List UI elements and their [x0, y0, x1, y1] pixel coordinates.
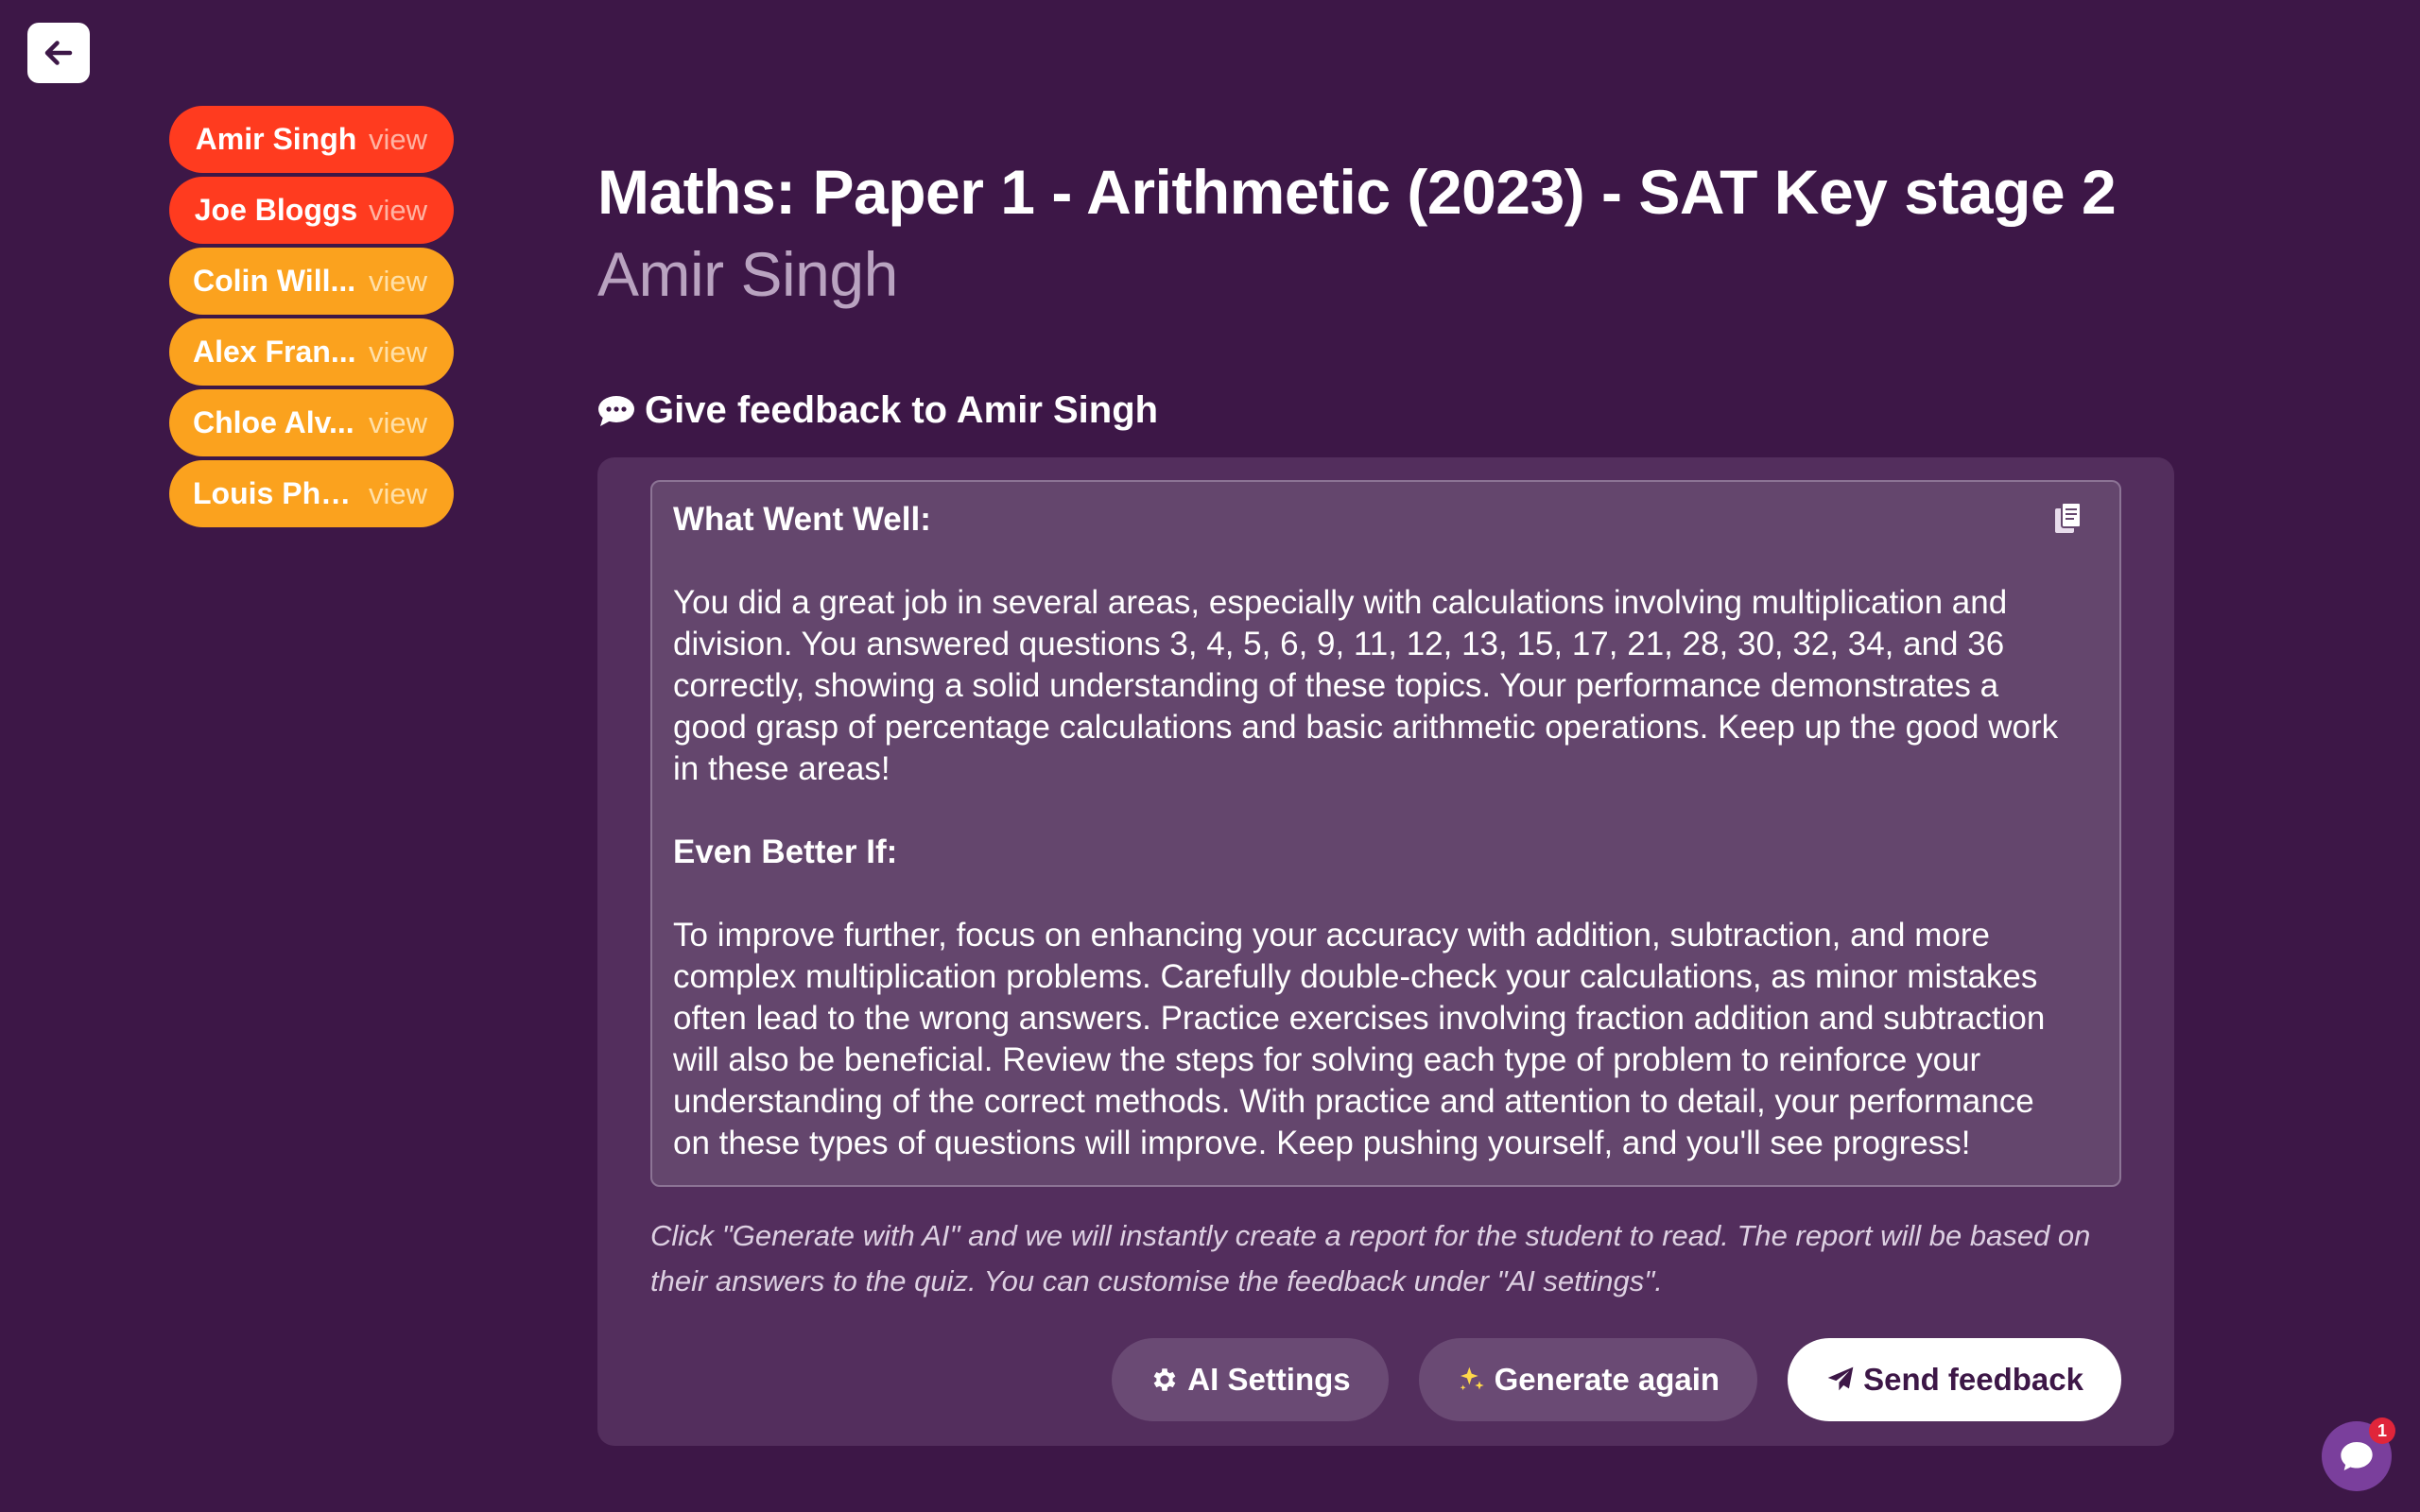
student-pill-louis-phill[interactable]: Louis Phill... view	[169, 460, 454, 527]
copy-icon	[2055, 502, 2082, 533]
action-bar: AI Settings Generate again Send feedback	[1112, 1338, 2121, 1421]
student-name: Chloe Alv...	[193, 405, 354, 439]
well-heading: What Went Well:	[673, 501, 931, 538]
student-list: Amir Singh view Joe Bloggs view Colin Wi…	[169, 106, 454, 527]
sparkles-icon	[1460, 1366, 1484, 1391]
view-link[interactable]: view	[369, 123, 427, 157]
generate-again-label: Generate again	[1494, 1362, 1720, 1397]
back-button[interactable]	[27, 23, 90, 83]
ebi-text: To improve further, focus on enhancing y…	[673, 917, 2046, 1161]
feedback-card: What Went Well: You did a great job in s…	[597, 457, 2174, 1446]
view-link[interactable]: view	[369, 265, 427, 299]
student-pill-chloe-alv[interactable]: Chloe Alv... view	[169, 389, 454, 456]
arrow-left-icon	[44, 41, 73, 65]
ebi-heading: Even Better If:	[673, 833, 898, 870]
report-textarea[interactable]: What Went Well: You did a great job in s…	[650, 480, 2121, 1187]
view-link[interactable]: view	[369, 335, 427, 369]
student-name: Colin Will...	[193, 264, 356, 298]
generate-again-button[interactable]: Generate again	[1418, 1338, 1758, 1421]
student-pill-joe-bloggs[interactable]: Joe Bloggs view	[169, 177, 454, 244]
feedback-heading: Give feedback to Amir Singh	[597, 389, 1158, 432]
send-feedback-label: Send feedback	[1863, 1362, 2083, 1397]
speech-bubble-icon	[598, 395, 634, 426]
paper-plane-icon	[1827, 1366, 1854, 1391]
student-pill-alex-fran[interactable]: Alex Fran... view	[169, 318, 454, 386]
view-link[interactable]: view	[369, 477, 427, 511]
chat-launcher-button[interactable]: 1	[2322, 1418, 2395, 1491]
well-text: You did a great job in several areas, es…	[673, 584, 2059, 787]
copy-button[interactable]	[2053, 501, 2091, 539]
view-link[interactable]: view	[369, 194, 427, 228]
send-feedback-button[interactable]: Send feedback	[1788, 1338, 2121, 1421]
student-name: Joe Bloggs	[194, 193, 358, 227]
student-name-subtitle: Amir Singh	[597, 239, 898, 309]
ai-settings-button[interactable]: AI Settings	[1112, 1338, 1389, 1421]
report-text: What Went Well: You did a great job in s…	[673, 499, 2099, 1164]
student-name: Alex Fran...	[193, 335, 356, 369]
ai-settings-label: AI Settings	[1187, 1362, 1351, 1397]
notification-badge: 1	[2369, 1418, 2395, 1444]
view-link[interactable]: view	[369, 406, 427, 440]
page: Amir Singh view Joe Bloggs view Colin Wi…	[0, 0, 2420, 1512]
student-name: Louis Phill...	[193, 476, 369, 510]
page-title: Maths: Paper 1 - Arithmetic (2023) - SAT…	[597, 151, 2176, 316]
gear-icon	[1153, 1368, 1176, 1391]
student-pill-amir-singh[interactable]: Amir Singh view	[169, 106, 454, 173]
ai-hint-text: Click "Generate with AI" and we will ins…	[650, 1219, 2091, 1297]
main-content: Maths: Paper 1 - Arithmetic (2023) - SAT…	[597, 151, 2176, 316]
chat-bubble-icon	[2341, 1442, 2373, 1470]
student-name: Amir Singh	[195, 122, 357, 156]
feedback-heading-text: Give feedback to Amir Singh	[645, 389, 1159, 431]
quiz-title: Maths: Paper 1 - Arithmetic (2023) - SAT…	[597, 157, 2117, 227]
student-pill-colin-will[interactable]: Colin Will... view	[169, 248, 454, 315]
